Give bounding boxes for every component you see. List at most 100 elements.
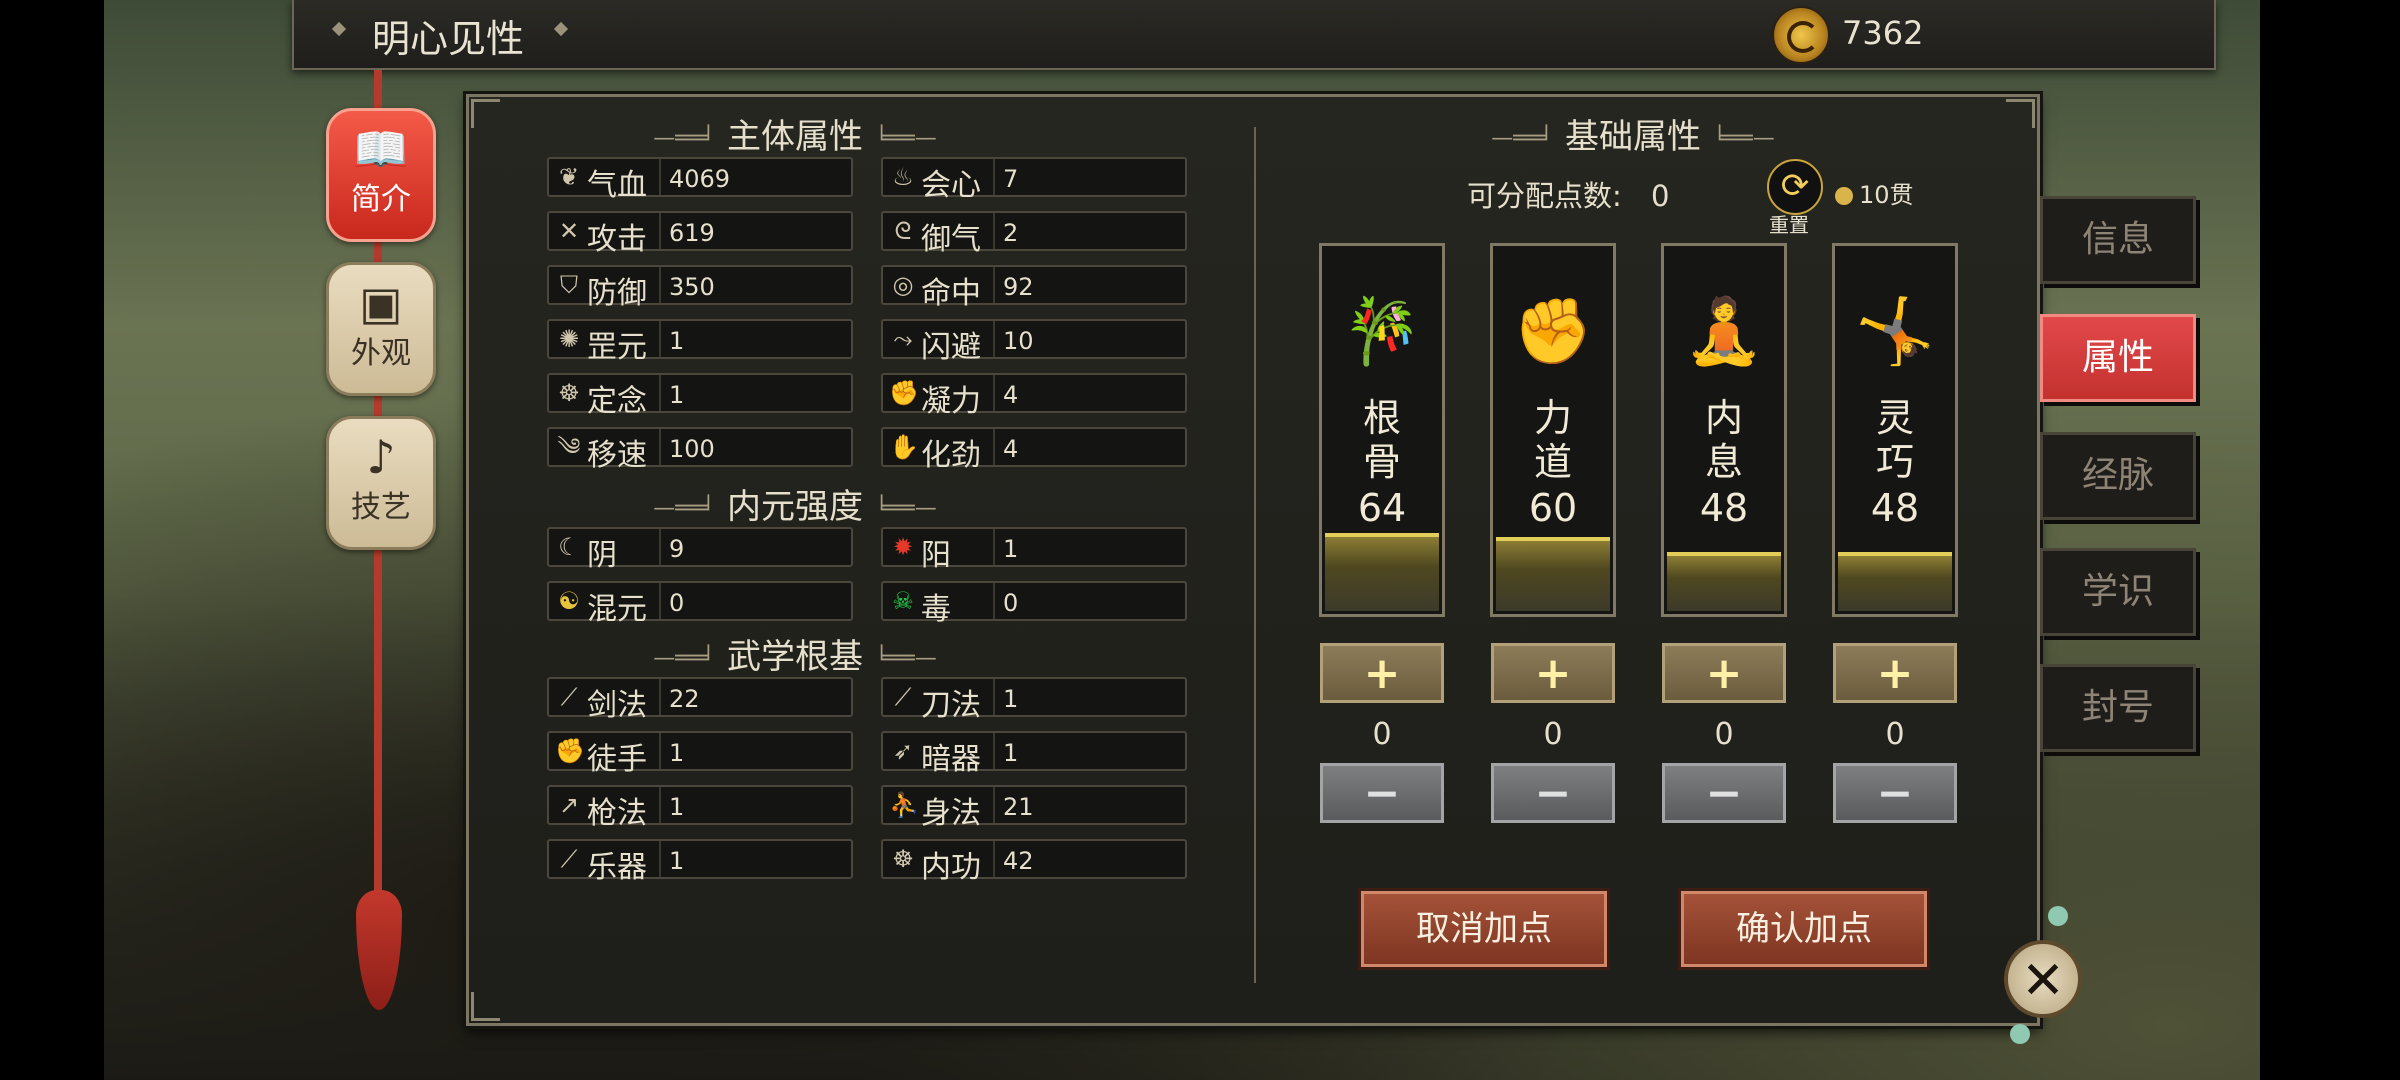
stat-name: 内功 <box>921 850 981 885</box>
tab-info[interactable]: 信息 <box>2040 196 2196 284</box>
stat-row: ✕ 攻击 619 <box>547 211 853 257</box>
allocated-count: 0 <box>1372 717 1392 752</box>
wing-icon: ༄ <box>557 433 581 461</box>
section-title-base: 基础属性 <box>1403 109 1863 158</box>
orb-icon: ✺ <box>558 325 580 353</box>
tab-titles[interactable]: 封号 <box>2040 664 2196 752</box>
stat-value: 7 <box>1003 165 1019 193</box>
close-button[interactable]: ✕ <box>2004 940 2082 1018</box>
dart-icon: ➶ <box>892 737 914 765</box>
stat-name: 移速 <box>587 438 647 473</box>
stat-row: ☸ 内功 42 <box>881 839 1187 885</box>
plus-button[interactable]: + <box>1833 643 1957 703</box>
meditation-icon: ☸ <box>892 845 914 873</box>
attribute-name-top: 根 <box>1362 396 1401 440</box>
minus-button[interactable]: − <box>1491 763 1615 823</box>
stat-row: ✺ 罡元 1 <box>547 319 853 365</box>
running-icon: ⛹ <box>889 791 919 819</box>
stat-separator <box>993 213 995 249</box>
stat-name: 防御 <box>587 276 647 311</box>
attribute-card: 🤸 灵巧 48 <box>1832 243 1958 617</box>
stat-name: 身法 <box>921 796 981 831</box>
section-title-inner: 内元强度 <box>565 479 1025 528</box>
tab-skills[interactable]: ♪ 技艺 <box>326 416 436 550</box>
minus-button[interactable]: − <box>1320 763 1444 823</box>
stat-value: 1 <box>1003 739 1019 767</box>
bead-decoration <box>2010 1024 2030 1044</box>
tab-knowledge[interactable]: 学识 <box>2040 548 2196 636</box>
cancel-allocation-button[interactable]: 取消加点 <box>1361 891 1607 967</box>
attribute-fill-bar <box>1325 533 1439 611</box>
bamboo-icon: 🎋 <box>1342 295 1422 369</box>
stat-separator <box>993 787 995 823</box>
blade-icon: ⟋ <box>894 683 912 711</box>
stat-separator <box>659 375 661 411</box>
stat-separator <box>659 429 661 465</box>
stat-row: ☸ 定念 1 <box>547 373 853 419</box>
reset-cost-value: 10贯 <box>1859 181 1914 209</box>
taiji-icon: ☯ <box>558 587 580 615</box>
pipa-instrument-icon: ♪ <box>366 430 396 484</box>
stat-value: 1 <box>669 739 685 767</box>
attribute-value: 60 <box>1528 486 1578 530</box>
stat-separator <box>993 429 995 465</box>
stat-separator <box>659 267 661 303</box>
tab-appearance[interactable]: ▣ 外观 <box>326 262 436 396</box>
stat-row: ✊ 凝力 4 <box>881 373 1187 419</box>
attribute-name-bottom: 道 <box>1533 440 1572 484</box>
stat-name: 御气 <box>921 222 981 257</box>
stat-value: 22 <box>669 685 700 713</box>
leaf-icon: ❦ <box>558 163 580 191</box>
corner-ornament <box>2006 99 2035 128</box>
stat-row: ༄ 移速 100 <box>547 427 853 473</box>
allocated-count: 0 <box>1543 717 1563 752</box>
stat-separator <box>993 583 995 619</box>
stat-row: ♨ 会心 7 <box>881 157 1187 203</box>
stat-separator <box>659 321 661 357</box>
stat-separator <box>993 841 995 877</box>
stat-value: 42 <box>1003 847 1034 875</box>
stat-row: ⛉ 防御 350 <box>547 265 853 311</box>
outfit-icon: ▣ <box>359 276 403 330</box>
stat-value: 1 <box>669 327 685 355</box>
stat-value: 1 <box>669 847 685 875</box>
stat-separator <box>993 529 995 565</box>
attribute-name-top: 灵 <box>1875 396 1914 440</box>
close-icon: ✕ <box>2021 951 2065 1011</box>
attribute-card: ✊ 力道 60 <box>1490 243 1616 617</box>
plus-button[interactable]: + <box>1491 643 1615 703</box>
attribute-fill-bar <box>1838 552 1952 611</box>
stat-value: 1 <box>1003 685 1019 713</box>
page-title: 明心见性 <box>372 17 525 61</box>
minus-button[interactable]: − <box>1833 763 1957 823</box>
stat-separator <box>659 733 661 769</box>
attribute-panel: 主体属性 ❦气血 4069 ♨会心 7 ✕攻击 619 ᘓ 御气 2 ⛉ 防御 350 ◎命中 92 ✺罡元… <box>466 94 2040 1026</box>
stat-name: 会心 <box>921 168 981 203</box>
confirm-allocation-button[interactable]: 确认加点 <box>1681 891 1927 967</box>
attribute-name-bottom: 息 <box>1704 440 1743 484</box>
stat-name: 毒 <box>921 592 951 627</box>
stat-separator <box>993 679 995 715</box>
reset-button[interactable]: ⟳ <box>1767 159 1823 215</box>
attribute-name-bottom: 骨 <box>1362 440 1401 484</box>
stat-value: 0 <box>1003 589 1019 617</box>
tab-intro[interactable]: 📖 简介 <box>326 108 436 242</box>
tab-attributes[interactable]: 属性 <box>2040 314 2196 402</box>
meditation-icon: 🧘 <box>1684 295 1764 369</box>
tab-meridians[interactable]: 经脉 <box>2040 432 2196 520</box>
dodge-icon: ⤳ <box>893 325 913 353</box>
allocatable-points: 可分配点数: 0 <box>1467 173 1669 215</box>
stat-name: 气血 <box>587 168 647 203</box>
stat-row: ☾ 阴 9 <box>547 527 853 573</box>
plus-button[interactable]: + <box>1662 643 1786 703</box>
stat-row: ☠ 毒 0 <box>881 581 1187 627</box>
palm-icon: ✋ <box>889 433 919 461</box>
stat-value: 0 <box>669 589 685 617</box>
attribute-name-top: 内 <box>1704 396 1743 440</box>
minus-button[interactable]: − <box>1662 763 1786 823</box>
stat-name: 剑法 <box>587 688 647 723</box>
stat-row: ✊ 徒手 1 <box>547 731 853 777</box>
stat-row: ✹ 阳 1 <box>881 527 1187 573</box>
plus-button[interactable]: + <box>1320 643 1444 703</box>
stat-separator <box>993 267 995 303</box>
